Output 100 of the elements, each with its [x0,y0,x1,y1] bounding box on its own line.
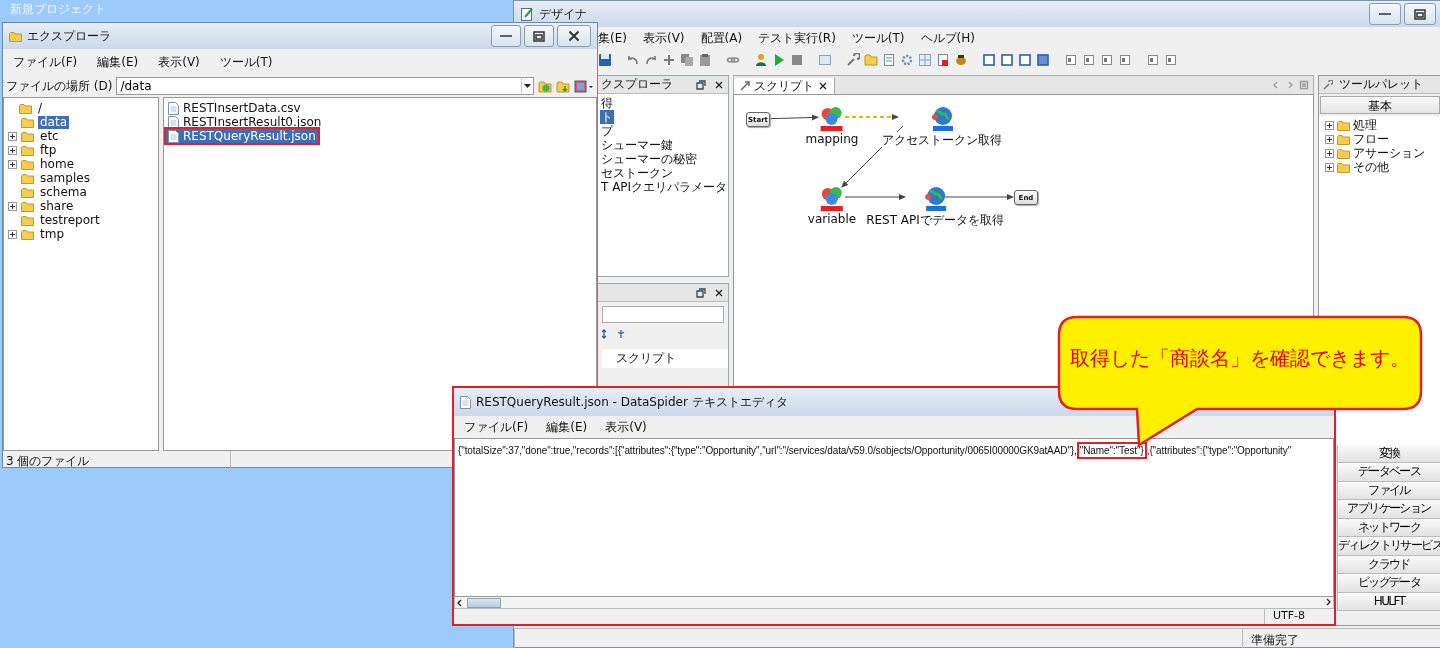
file-icon [460,395,471,409]
expand-icon[interactable] [8,145,17,155]
close-button[interactable] [557,25,591,47]
align-icon[interactable] [1164,53,1178,67]
category-button[interactable]: データベース [1337,463,1440,482]
play-icon[interactable] [772,53,786,67]
tree-item[interactable]: schema [38,185,89,199]
tree-item[interactable]: ト [600,110,614,124]
document-icon[interactable] [882,53,896,67]
menu-item[interactable]: 表示(V) [642,29,685,47]
collapse-arrows-icon[interactable] [616,329,626,339]
filter-field[interactable] [602,306,724,323]
save-icon[interactable] [598,53,612,67]
close-icon[interactable] [714,287,724,298]
document-icon[interactable] [936,53,950,67]
expand-icon[interactable] [8,201,17,211]
node-label: REST APIでデータを取得 [866,212,1004,229]
undo-icon[interactable] [626,53,640,67]
menu-item[interactable]: 配置(A) [700,29,743,47]
category-button[interactable]: アプリケーション [1337,500,1440,519]
menu-item[interactable]: ファイル(F) [13,53,78,71]
file-item[interactable]: RESTInsertData.csv [166,101,303,115]
maximize-button[interactable] [524,25,554,47]
stop-icon[interactable] [790,53,804,67]
figure-icon[interactable] [754,53,768,67]
maximize-button[interactable] [1404,3,1436,25]
location-field[interactable]: /data [116,77,522,95]
minimize-button[interactable] [1369,3,1401,25]
tree-item[interactable]: T APIクエリパラメータ [600,180,729,194]
tree-item[interactable]: シューマーの秘密 [600,152,698,166]
paste-icon[interactable] [698,53,712,67]
plus-icon[interactable] [662,53,676,67]
tree-item[interactable]: / [36,101,45,115]
menu-item[interactable]: ヘルプ(H) [920,29,975,47]
tree-item[interactable]: プ [600,124,614,138]
menu-item[interactable]: 編集(E) [97,53,139,71]
align-icon[interactable] [1082,53,1096,67]
expand-icon[interactable] [8,229,17,239]
tree-item[interactable]: share [38,199,76,213]
redo-icon[interactable] [644,53,658,67]
minimize-button[interactable] [491,25,521,47]
folder-icon [1337,161,1350,173]
view-menu-icon[interactable] [574,79,594,93]
tree-item[interactable]: シューマー鍵 [600,138,674,152]
status-text: 準備完了 [1242,629,1440,648]
frame-icon[interactable] [1036,53,1050,67]
menu-item[interactable]: 編集(E) [546,418,588,436]
scroll-thumb[interactable] [467,597,501,608]
restore-icon[interactable] [696,287,706,298]
close-icon[interactable] [714,79,724,90]
location-label: ファイルの場所 (D) [6,77,113,95]
menu-item[interactable]: ファイル(F) [464,418,529,436]
tree-item[interactable]: ftp [38,143,59,157]
tree-item[interactable]: tmp [38,227,66,241]
menu-item[interactable]: 集(E) [598,29,627,47]
align-icon[interactable] [1100,53,1114,67]
expand-icon[interactable] [1325,120,1334,130]
expand-icon[interactable] [8,131,17,141]
menu-item[interactable]: 表示(V) [158,53,200,71]
menu-item[interactable]: ツール(T) [851,29,905,47]
copy-icon[interactable] [680,53,694,67]
pane-title: ツールパレット [1339,76,1423,93]
menu-item[interactable]: 表示(V) [605,418,647,436]
expand-icon[interactable] [1325,148,1334,158]
wrench-icon [1323,79,1333,90]
folder-icon [1337,147,1350,159]
dropdown-icon [524,84,531,88]
property-row[interactable]: スクリプト [602,349,728,368]
expand-icon[interactable] [1325,162,1334,172]
tree-item[interactable]: data [38,115,70,129]
menu-item[interactable]: ツール(T) [219,53,273,71]
align-icon[interactable] [1064,53,1078,67]
minimize-icon [1378,12,1392,16]
tree-item[interactable]: 得 [600,96,614,110]
restore-icon[interactable] [696,79,706,90]
frame-icon[interactable] [1018,53,1032,67]
horizontal-scrollbar[interactable] [454,597,1334,609]
file-item[interactable]: RESTQueryResult.json [166,129,318,143]
folder-icon [21,172,34,184]
encoding-text: UTF-8 [1264,609,1334,624]
close-icon[interactable] [818,81,828,91]
frame-icon[interactable] [982,53,996,67]
folder-icon[interactable] [556,79,570,93]
node-label: mapping [805,132,859,146]
tree-item[interactable]: samples [38,171,92,185]
expand-icon[interactable] [1325,134,1334,144]
tree-item[interactable]: home [38,157,77,171]
category-button[interactable]: 基本 [1320,96,1440,114]
align-icon[interactable] [1146,53,1160,67]
tree-item[interactable]: testreport [38,213,102,227]
expand-icon[interactable] [8,159,17,169]
category-button[interactable]: ディレクトリサービス [1337,537,1440,556]
tree-item[interactable]: etc [38,129,61,143]
frame-icon[interactable] [1000,53,1014,67]
menu-item[interactable]: テスト実行(R) [758,29,836,47]
align-icon[interactable] [1118,53,1132,67]
wrench-icon[interactable] [846,53,860,67]
tree-item[interactable]: セストークン [600,166,674,180]
script-tab[interactable]: スクリプト [734,78,835,94]
category-button[interactable]: ビッグデータ [1337,574,1440,593]
